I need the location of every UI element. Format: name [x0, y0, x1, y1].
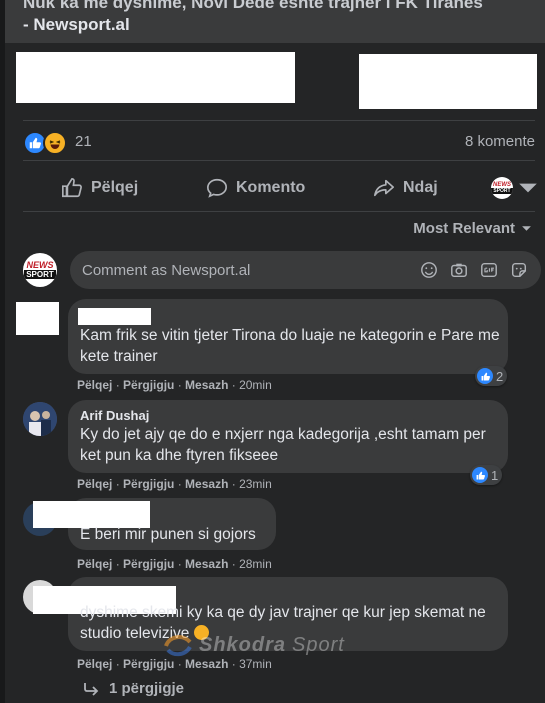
comment-reply-link[interactable]: Përgjigju	[123, 378, 174, 392]
divider	[23, 160, 535, 161]
avatar-logo-bottom: SPORT	[24, 270, 56, 279]
share-icon	[374, 179, 394, 197]
comment-reply-link[interactable]: Përgjigju	[123, 657, 174, 671]
comment-input[interactable]: Comment as Newsport.al	[70, 251, 541, 289]
comment-bubble: Arif Dushaj Ky do jet ajy qe do e nxjerr…	[68, 400, 508, 473]
comment-time[interactable]: 23min	[239, 477, 272, 491]
comment-reply-link[interactable]: Përgjigju	[123, 477, 174, 491]
comment-text: E beri mir punen si gojors	[80, 526, 256, 543]
reaction-count[interactable]: 21	[75, 133, 92, 150]
comment-reply-link[interactable]: Përgjigju	[123, 557, 174, 571]
comment-message-link[interactable]: Mesazh	[185, 557, 228, 571]
caret-down-icon	[522, 226, 531, 231]
reactions-summary[interactable]: 21 8 komente	[23, 131, 535, 155]
watermark: Shkodra Sport	[163, 632, 345, 658]
avatar-logo-top: NEWS	[26, 260, 54, 270]
thumbs-up-icon	[62, 178, 82, 198]
comment-time[interactable]: 37min	[239, 657, 272, 671]
comment-message-link[interactable]: Mesazh	[185, 477, 228, 491]
share-button-label: Ndaj	[403, 179, 438, 196]
redacted-block-left	[16, 52, 295, 103]
post-as-selector[interactable]: NEWS SPORT	[491, 170, 539, 206]
post-card: Nuk ka më dyshime, Novi Dede është trajn…	[5, 0, 545, 703]
sticker-icon[interactable]	[509, 260, 529, 280]
reply-arrow-icon	[84, 682, 99, 696]
comment-button[interactable]: Komento	[206, 170, 305, 206]
comment-likes-badge[interactable]: 2	[475, 366, 508, 386]
comment-message-link[interactable]: Mesazh	[185, 378, 228, 392]
comment-input-placeholder[interactable]: Comment as Newsport.al	[82, 262, 419, 279]
comment-author[interactable]: Arif Dushaj	[80, 408, 149, 423]
comment-meta: Pëlqej · Përgjigju · Mesazh · 20min	[77, 378, 272, 392]
composer-avatar[interactable]: NEWS SPORT	[23, 253, 57, 287]
post-actions: Pëlqej Komento Ndaj NEWS SPORT	[23, 170, 537, 206]
caret-down-icon	[519, 183, 537, 193]
post-title-line2[interactable]: - Newsport.al	[23, 15, 130, 34]
comment-text: Ky do jet ajy qe do e nxjerr nga kadegor…	[80, 426, 486, 464]
like-button-label: Pëlqej	[91, 179, 139, 196]
sort-comments-dropdown[interactable]: Most Relevant	[413, 220, 532, 237]
redacted-block-right	[359, 54, 537, 109]
watermark-logo-icon	[164, 635, 192, 657]
avatar[interactable]	[23, 402, 57, 436]
divider	[23, 211, 535, 212]
comment-message-link[interactable]: Mesazh	[185, 657, 228, 671]
view-replies-link[interactable]: 1 përgjigje	[83, 680, 184, 697]
comment-meta: Pëlqej · Përgjigju · Mesazh · 28min	[77, 557, 272, 571]
haha-icon	[43, 131, 67, 155]
emoji-icon[interactable]	[419, 260, 439, 280]
comment-count[interactable]: 8 komente	[465, 133, 535, 150]
comment-like-link[interactable]: Pëlqej	[77, 378, 112, 392]
comment-icon	[207, 178, 227, 198]
avatar-logo-bottom: SPORT	[491, 188, 513, 194]
post-title-line1[interactable]: Nuk ka më dyshime, Novi Dede është trajn…	[23, 0, 533, 14]
comment-button-label: Komento	[236, 179, 306, 196]
camera-icon[interactable]	[449, 260, 469, 280]
comment-like-link[interactable]: Pëlqej	[77, 557, 112, 571]
comment-text: Kam frik se vitin tjeter Tirona do luaje…	[80, 327, 500, 365]
comment-time[interactable]: 20min	[239, 378, 272, 392]
comment-time[interactable]: 28min	[239, 557, 272, 571]
sort-label: Most Relevant	[413, 220, 515, 237]
comment-meta: Pëlqej · Përgjigju · Mesazh · 23min	[77, 477, 272, 491]
comment-likes-count: 1	[491, 467, 499, 483]
comment-like-link[interactable]: Pëlqej	[77, 477, 112, 491]
watermark-brand: Shkodra	[199, 633, 287, 656]
redacted-author-name	[78, 308, 151, 325]
gif-icon[interactable]	[479, 260, 499, 280]
divider	[23, 120, 535, 121]
comment-bubble: Kam frik se vitin tjeter Tirona do luaje…	[68, 299, 508, 374]
post-header: Nuk ka më dyshime, Novi Dede është trajn…	[5, 0, 545, 43]
redacted-avatar	[16, 302, 59, 335]
watermark-brand-2: Sport	[292, 633, 345, 656]
comment-meta: Pëlqej · Përgjigju · Mesazh · 37min	[77, 657, 272, 671]
comment-likes-badge[interactable]: 1	[470, 465, 503, 485]
like-icon	[477, 368, 493, 384]
page-avatar-small: NEWS SPORT	[491, 177, 513, 199]
comment-like-link[interactable]: Pëlqej	[77, 657, 112, 671]
comment-bubble: E beri mir punen si gojors	[33, 498, 276, 550]
like-icon	[472, 467, 488, 483]
replies-count: 1 përgjigje	[109, 680, 185, 697]
comment-likes-count: 2	[496, 368, 504, 384]
post-title[interactable]: Nuk ka më dyshime, Novi Dede është trajn…	[23, 0, 533, 36]
like-button[interactable]: Pëlqej	[61, 170, 138, 206]
share-button[interactable]: Ndaj	[373, 170, 438, 206]
